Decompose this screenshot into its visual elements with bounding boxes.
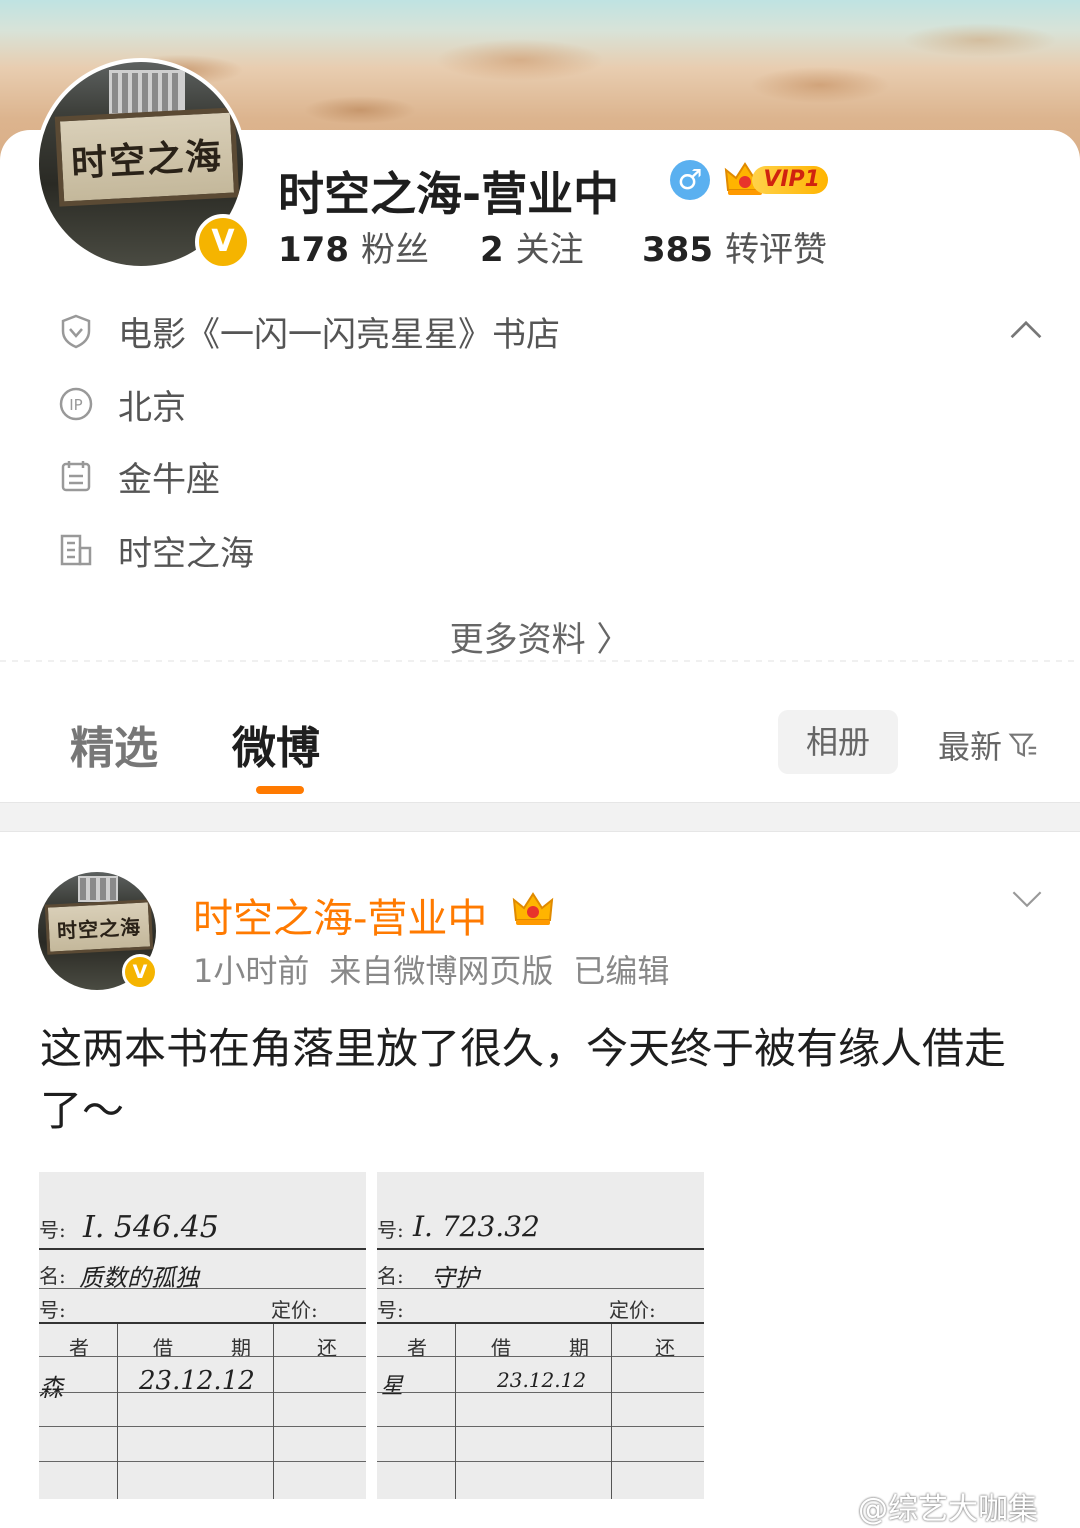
constellation-text: 金牛座 (118, 459, 220, 500)
borrow-date: 23.12.12 (497, 1368, 587, 1392)
post-image-1[interactable]: 号: I. 546.45 名: 质数的孤独 号: 定价: 者 借 期 还 森 2… (39, 1172, 366, 1499)
vip-badge[interactable]: VIP1 (724, 160, 828, 198)
card-line (39, 1248, 366, 1250)
card-line (39, 1461, 366, 1462)
call-number-label: 号: (39, 1218, 66, 1242)
album-button[interactable]: 相册 (778, 710, 898, 774)
card-line (377, 1356, 704, 1357)
isbn-label: 号: (39, 1298, 66, 1322)
card-line (39, 1356, 366, 1357)
certification-text: 电影《一闪一闪亮星星》书店 (118, 314, 560, 355)
price-label: 定价: (609, 1298, 656, 1322)
card-line (39, 1392, 366, 1393)
card-line (377, 1248, 704, 1250)
profile-name: 时空之海-营业中 (278, 167, 620, 221)
call-number: I. 546.45 (83, 1210, 219, 1245)
certification-row: 电影《一闪一闪亮星星》书店 (58, 308, 560, 355)
vip-crown-icon (512, 892, 554, 925)
card-column-line (455, 1324, 456, 1499)
tab-weibo[interactable]: 微博 (232, 712, 320, 776)
filter-icon (1008, 733, 1037, 758)
post-author-avatar[interactable]: 时空之海 V (38, 872, 158, 990)
watermark: @综艺大咖集 (858, 1492, 1038, 1527)
calendar-icon (58, 458, 94, 494)
avatar-window-decoration (109, 70, 185, 116)
card-column-line (273, 1324, 274, 1499)
card-column-line (117, 1324, 118, 1499)
card-line (377, 1392, 704, 1393)
verified-icon: V (195, 214, 251, 270)
ip-location-row: IP 北京 (58, 381, 186, 428)
verified-icon: V (122, 954, 158, 990)
call-number-label: 号: (377, 1218, 404, 1242)
card-line (377, 1322, 704, 1324)
post-image-2[interactable]: 号: I. 723.32 名: 守护 号: 定价: 者 借 期 还 星 23.1… (377, 1172, 704, 1499)
post-text: 这两本书在角落里放了很久，今天终于被有缘人借走了～ (40, 1024, 1007, 1135)
following-count: 2 (480, 230, 504, 270)
call-number: I. 723.32 (413, 1210, 540, 1243)
ip-icon: IP (58, 386, 94, 422)
sort-latest-button[interactable]: 最新 (938, 722, 1038, 768)
fans-stat[interactable]: 178 粉丝 (278, 222, 429, 271)
divider (0, 660, 1080, 662)
price-label: 定价: (271, 1298, 318, 1322)
following-label: 关注 (515, 230, 584, 270)
svg-text:IP: IP (69, 396, 82, 414)
post-menu-chevron-icon[interactable] (1010, 888, 1044, 910)
interactions-stat[interactable]: 385 转评赞 (642, 222, 827, 271)
post-time: 1小时前 (193, 952, 310, 990)
constellation-row: 金牛座 (58, 453, 220, 500)
active-tab-indicator (256, 786, 304, 794)
card-line (39, 1426, 366, 1427)
collapse-chevron-icon[interactable] (1008, 318, 1044, 342)
section-separator (0, 802, 1080, 832)
fans-count: 178 (278, 230, 349, 270)
male-gender-icon: ♂ (670, 160, 710, 200)
profile-avatar[interactable]: 时空之海 V (35, 58, 251, 270)
card-line (377, 1288, 704, 1289)
post-source: 来自微博网页版 (329, 952, 554, 990)
isbn-label: 号: (377, 1298, 404, 1322)
vip-level-label: VIP1 (752, 166, 828, 194)
avatar-sign-text: 时空之海 (44, 899, 154, 955)
ip-location-text: 北京 (118, 387, 186, 428)
building-icon (58, 532, 94, 568)
more-info-link[interactable]: 更多资料 〉 (0, 612, 1080, 661)
reader-name: 森 (39, 1374, 63, 1402)
card-line (39, 1322, 366, 1324)
following-stat[interactable]: 2 关注 (480, 222, 584, 271)
interactions-count: 385 (642, 230, 713, 270)
tab-featured[interactable]: 精选 (70, 712, 158, 776)
post-edited: 已编辑 (573, 952, 670, 990)
company-text: 时空之海 (118, 533, 254, 574)
avatar-sign-text: 时空之海 (54, 107, 240, 207)
reader-name: 星 (381, 1374, 404, 1399)
card-line (377, 1461, 704, 1462)
fans-label: 粉丝 (360, 230, 429, 270)
title-label: 名: (377, 1264, 404, 1288)
title-label: 名: (39, 1264, 66, 1288)
card-line (39, 1288, 366, 1289)
interactions-label: 转评赞 (724, 230, 827, 270)
post-meta: 1小时前 来自微博网页版 已编辑 (193, 946, 689, 992)
company-row: 时空之海 (58, 527, 254, 574)
shield-icon (58, 313, 94, 349)
card-column-line (611, 1324, 612, 1499)
avatar-window-decoration (78, 876, 118, 902)
sort-label: 最新 (938, 728, 1003, 766)
card-line (377, 1426, 704, 1427)
post-author-name[interactable]: 时空之海-营业中 (193, 886, 487, 944)
